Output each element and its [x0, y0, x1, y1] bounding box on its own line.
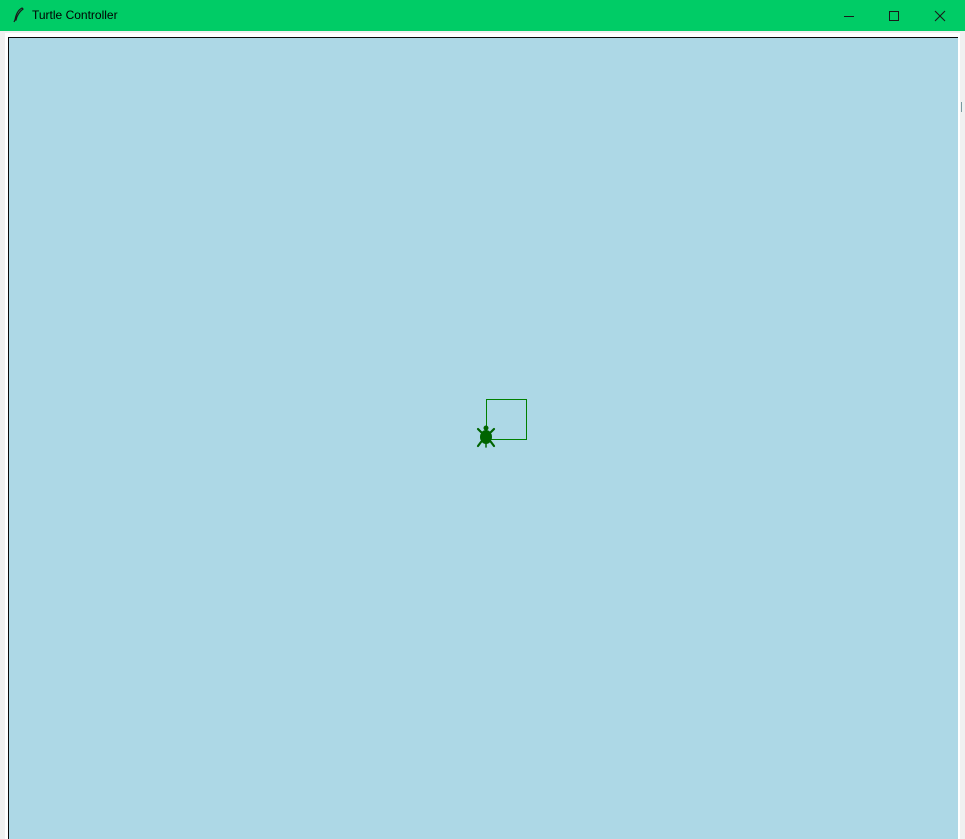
close-icon: [934, 10, 946, 21]
turtle-canvas[interactable]: [8, 37, 958, 839]
minimize-button[interactable]: [826, 0, 872, 31]
feather-icon: [13, 7, 24, 23]
scroll-edge: [961, 102, 965, 112]
window-title: Turtle Controller: [32, 8, 118, 22]
close-button[interactable]: [917, 0, 963, 31]
maximize-icon: [889, 10, 899, 21]
maximize-button[interactable]: [871, 0, 917, 31]
title-bar[interactable]: Turtle Controller: [0, 0, 965, 31]
window: Turtle Controller: [0, 0, 965, 839]
minimize-icon: [844, 15, 854, 17]
